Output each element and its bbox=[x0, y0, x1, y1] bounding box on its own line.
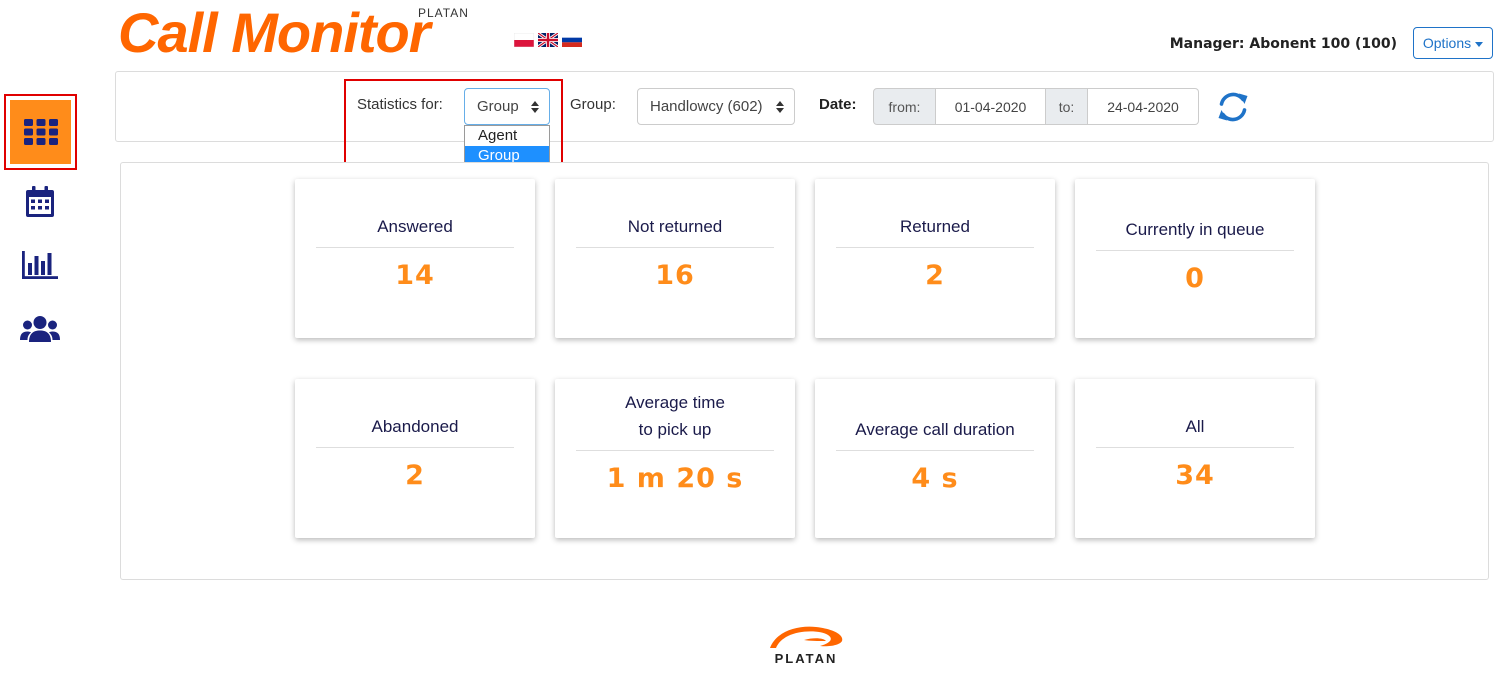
options-button[interactable]: Options bbox=[1413, 27, 1493, 59]
card-divider bbox=[1096, 250, 1294, 251]
highlight-box bbox=[344, 79, 563, 175]
to-date-input[interactable]: 24-04-2020 bbox=[1088, 88, 1199, 125]
card-title: Currently in queue bbox=[1125, 220, 1265, 239]
stat-card-not-returned: Not returned 16 bbox=[555, 179, 795, 338]
card-divider bbox=[836, 247, 1034, 248]
footer-brand: PLATAN bbox=[774, 651, 838, 666]
chevron-down-icon bbox=[1475, 41, 1484, 47]
card-title: Answered bbox=[377, 217, 453, 236]
to-addon: to: bbox=[1046, 88, 1088, 125]
date-range: from: 01-04-2020 to: 24-04-2020 bbox=[873, 88, 1199, 125]
card-value: 14 bbox=[395, 260, 435, 291]
card-title: Returned bbox=[900, 217, 970, 236]
sidebar-item-users[interactable] bbox=[9, 298, 71, 360]
group-value: Handlowcy (602) bbox=[650, 98, 763, 115]
users-icon bbox=[20, 316, 60, 342]
flag-pl-icon[interactable] bbox=[514, 33, 534, 47]
card-value: 2 bbox=[405, 460, 425, 491]
flag-ru-icon[interactable] bbox=[562, 33, 582, 47]
stat-card-abandoned: Abandoned 2 bbox=[295, 379, 535, 538]
card-value: 2 bbox=[925, 260, 945, 291]
options-label: Options bbox=[1422, 35, 1472, 51]
date-label: Date: bbox=[819, 96, 857, 113]
grid-icon bbox=[23, 119, 58, 145]
flag-uk-icon[interactable] bbox=[538, 33, 558, 47]
stat-card-avg-pickup: Average time to pick up 1 m 20 s bbox=[555, 379, 795, 538]
footer-logo: PLATAN bbox=[754, 624, 858, 668]
card-divider bbox=[316, 447, 514, 448]
manager-label: Manager: Abonent 100 (100) bbox=[1169, 36, 1397, 52]
card-value: 0 bbox=[1185, 263, 1205, 294]
card-title: Average call duration bbox=[855, 420, 1015, 439]
select-arrows-icon bbox=[776, 100, 784, 113]
card-title: All bbox=[1185, 417, 1205, 436]
card-divider bbox=[1096, 447, 1294, 448]
card-value: 4 s bbox=[911, 463, 959, 494]
card-value: 1 m 20 s bbox=[606, 463, 744, 494]
stat-card-all: All 34 bbox=[1075, 379, 1315, 538]
filter-bar bbox=[115, 71, 1494, 142]
from-date-input[interactable]: 01-04-2020 bbox=[936, 88, 1046, 125]
stat-card-answered: Answered 14 bbox=[295, 179, 535, 338]
card-divider bbox=[576, 450, 774, 451]
logo-brand: PLATAN bbox=[418, 6, 469, 20]
card-title: Abandoned bbox=[371, 417, 459, 436]
app-logo: Call Monitor PLATAN bbox=[118, 1, 498, 64]
language-flags bbox=[514, 33, 582, 48]
card-divider bbox=[576, 247, 774, 248]
card-divider bbox=[836, 450, 1034, 451]
stat-card-returned: Returned 2 bbox=[815, 179, 1055, 338]
card-title-line2: to pick up bbox=[638, 420, 712, 439]
platan-swoosh-icon bbox=[770, 626, 843, 648]
sidebar-item-dashboard[interactable] bbox=[4, 94, 77, 170]
calendar-icon bbox=[26, 185, 54, 217]
sidebar-item-statistics[interactable] bbox=[9, 234, 71, 296]
group-select[interactable]: Handlowcy (602) bbox=[637, 88, 795, 125]
card-value: 16 bbox=[655, 260, 695, 291]
refresh-icon[interactable] bbox=[1216, 90, 1250, 124]
sidebar-item-calendar[interactable] bbox=[9, 170, 71, 232]
card-title: Not returned bbox=[627, 217, 723, 236]
group-label: Group: bbox=[570, 96, 616, 113]
bar-chart-icon bbox=[22, 251, 58, 279]
logo-title: Call Monitor bbox=[118, 1, 431, 64]
card-divider bbox=[316, 247, 514, 248]
card-value: 34 bbox=[1175, 460, 1215, 491]
stat-card-in-queue: Currently in queue 0 bbox=[1075, 179, 1315, 338]
stat-card-avg-duration: Average call duration 4 s bbox=[815, 379, 1055, 538]
card-title-line1: Average time bbox=[625, 393, 725, 412]
from-addon: from: bbox=[873, 88, 936, 125]
